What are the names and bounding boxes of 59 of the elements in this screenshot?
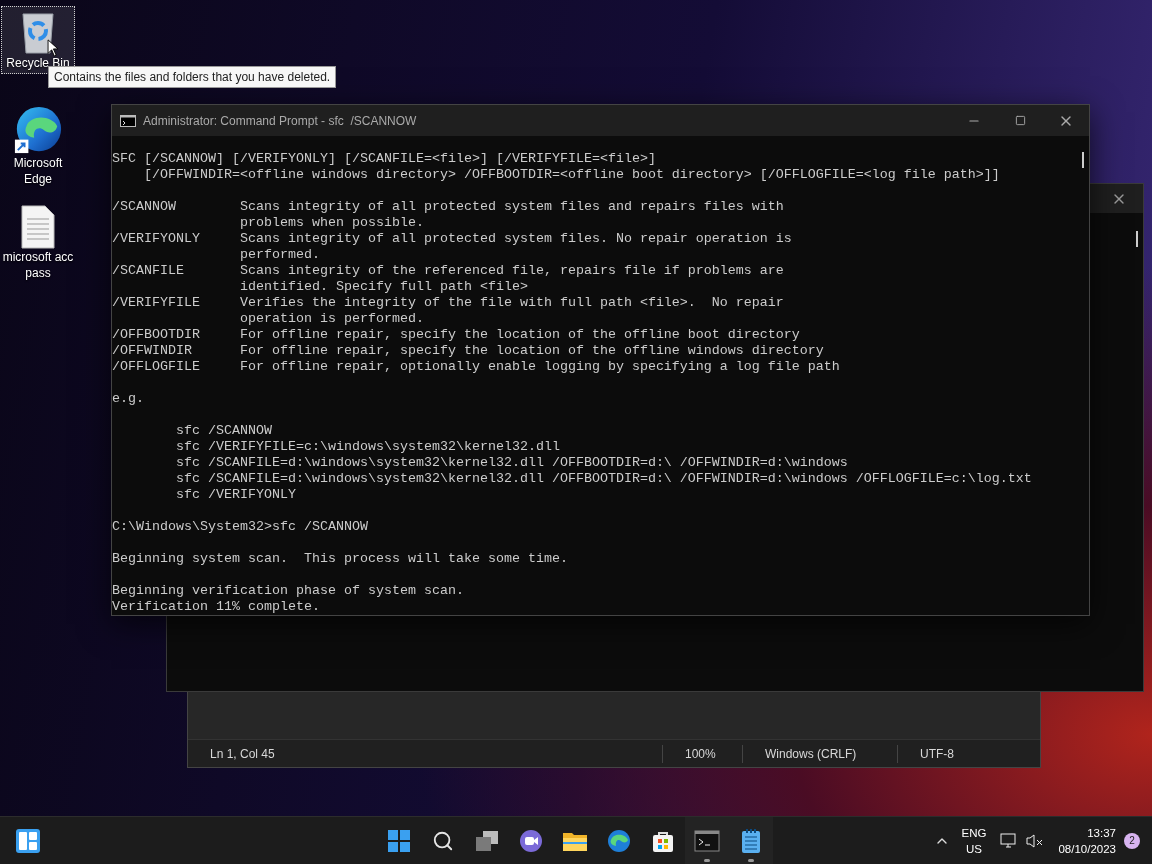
monitor-icon[interactable] — [1000, 832, 1019, 849]
desktop-icon-label: microsoft acc pass — [2, 249, 74, 281]
search-icon[interactable] — [432, 829, 454, 852]
mouse-pointer-icon — [47, 39, 59, 57]
console-line: sfc /SCANFILE=d:\windows\system32\kernel32.dll /OFFBOOTDIR=d:\ /OFFWINDIR=d:\windows /OFFLOGFILE=c:\log.txt — [175, 471, 1032, 487]
clock[interactable]: 13:37 08/10/2023 — [1058, 824, 1116, 857]
console-line: problems when possible. — [238, 215, 424, 231]
desktop-icon[interactable]: microsoft acc pass — [1, 200, 75, 288]
console-line: operation is performed. — [238, 311, 424, 327]
console-line: /OFFLOGFILE For offline repair, optionally enable logging by specifying a log file path — [112, 359, 840, 375]
scrollbar-thumb[interactable] — [1082, 152, 1084, 168]
desktop-icon[interactable]: Microsoft Edge — [1, 100, 75, 188]
console-line: performed. — [238, 247, 320, 263]
status-bar-item: UTF-8 — [897, 744, 976, 763]
language-indicator[interactable]: ENG US — [961, 824, 987, 857]
status-bar-item: Windows (CRLF) — [742, 744, 897, 763]
start-icon[interactable] — [387, 828, 411, 853]
notepad-icon[interactable] — [740, 827, 762, 854]
console-line: e.g. — [112, 391, 144, 407]
running-indicator — [748, 858, 754, 862]
console-line: Beginning system scan. This process will take some time. — [112, 551, 568, 567]
edge-icon[interactable] — [607, 828, 631, 853]
console-line: /SCANFILE Scans integrity of the referenced file, repairs file if problems are — [112, 263, 784, 279]
recycle-bin-icon — [20, 11, 56, 55]
console-line: identified. Specify full path <file> — [238, 279, 528, 295]
running-indicator — [704, 858, 710, 862]
desktop-icon-label: Microsoft Edge — [12, 155, 64, 187]
clock-date: 08/10/2023 — [1058, 841, 1116, 857]
muted-speaker-icon[interactable] — [1026, 832, 1045, 849]
overlapping-windows-icon[interactable] — [475, 829, 499, 852]
console-line: /VERIFYFILE Verifies the integrity of the file with full path <file>. No repair — [112, 295, 784, 311]
text-document-icon — [21, 205, 55, 249]
console-icon — [120, 114, 136, 127]
console-line: sfc /VERIFYFILE=c:\windows\system32\kernel32.dll — [175, 439, 560, 455]
console-line: [/OFFWINDIR=<offline windows directory> /OFFBOOTDIR=<offline boot directory> [/OFFLOGFILE=<log file path>]] — [143, 167, 1000, 183]
console-line: sfc /SCANNOW — [175, 423, 272, 439]
terminal-icon[interactable] — [694, 829, 720, 852]
console-line: /OFFBOOTDIR For offline repair, specify the location of the offline boot directory — [112, 327, 800, 343]
console-line: sfc /SCANFILE=d:\windows\system32\kernel32.dll /OFFBOOTDIR=d:\ /OFFWINDIR=d:\windows — [175, 455, 848, 471]
clock-time: 13:37 — [1087, 825, 1116, 841]
console-line: C:\Windows\System32>sfc /SCANNOW — [112, 519, 368, 535]
notification-badge[interactable]: 2 — [1124, 832, 1140, 849]
tooltip: Contains the files and folders that you have deleted. — [48, 66, 337, 88]
video-chat-icon[interactable] — [519, 828, 543, 853]
console-line: SFC [/SCANNOW] [/VERIFYONLY] [/SCANFILE=<file>] [/VERIFYFILE=<file>] — [112, 151, 656, 167]
status-bar-item: Ln 1, Col 45 — [209, 745, 276, 763]
window-title: Administrator: Command Prompt - sfc /SCANNOW — [143, 112, 418, 130]
taskbar-button[interactable] — [729, 816, 773, 864]
console-line: /SCANNOW Scans integrity of all protected system files and repairs files with — [112, 199, 784, 215]
console-line: Beginning verification phase of system scan. — [112, 583, 464, 599]
console-line: sfc /VERIFYONLY — [175, 487, 296, 503]
maximize-icon[interactable] — [1014, 115, 1026, 126]
status-bar-item: 100% — [662, 744, 742, 763]
widgets-button[interactable] — [16, 828, 40, 853]
console-line: /VERIFYONLY Scans integrity of all protected system files. No repair operation is — [112, 231, 792, 247]
console-line: Verification 11% complete. — [112, 599, 320, 615]
edge-icon — [12, 105, 64, 155]
console-line: /OFFWINDIR For offline repair, specify the location of the offline windows directory — [112, 343, 824, 359]
scrollbar-thumb[interactable] — [1136, 231, 1138, 247]
